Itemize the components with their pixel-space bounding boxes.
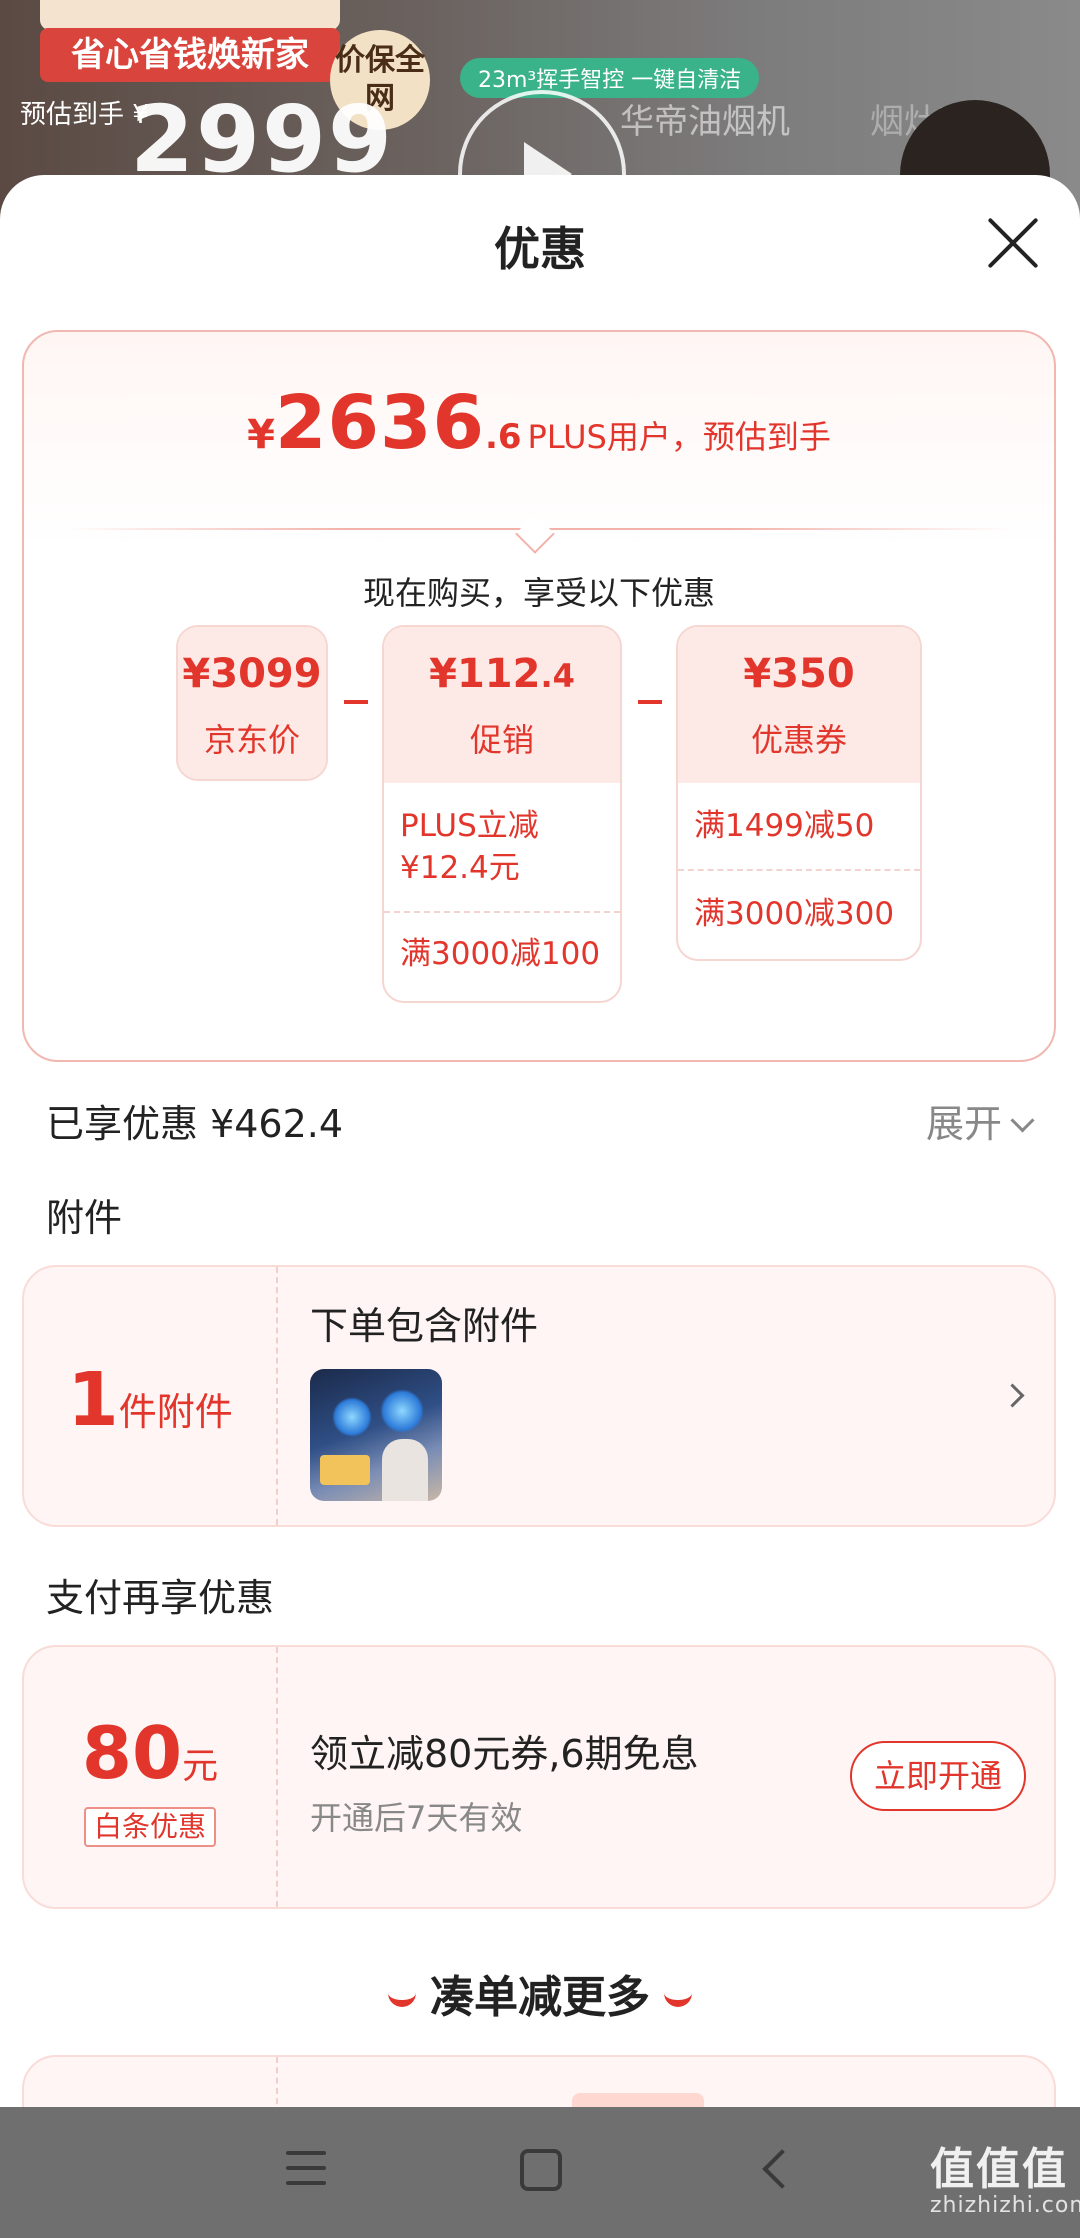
chip-separator	[384, 911, 620, 913]
estimated-price-integer: 2636	[275, 380, 485, 466]
chevron-right-icon[interactable]	[1000, 1383, 1025, 1408]
jd-price-chip: ¥3099 京东价	[176, 625, 328, 781]
thumb-flame	[380, 1389, 424, 1433]
card-divider	[276, 1267, 278, 1525]
promotion-chip: ¥112.4 促销 PLUS立减 ¥12.4元 满3000减100	[382, 625, 622, 1003]
chevron-down-icon	[1010, 1108, 1035, 1133]
back-icon[interactable]	[762, 2149, 802, 2189]
coupon-row: 满3000减300	[694, 896, 895, 932]
menu-line	[286, 2166, 326, 2170]
divider-notch	[515, 514, 555, 554]
menu-line	[286, 2181, 326, 2185]
feature-tag: 23m³挥手智控 一键自清洁	[460, 58, 760, 98]
expand-button[interactable]: 展开	[926, 1093, 1035, 1148]
system-nav-bar: 值值值 zhizhizhi.com	[0, 2107, 1080, 2238]
estimated-price-note: PLUS用户，预估到手	[527, 418, 831, 456]
accessories-card[interactable]: 1件附件 下单包含附件	[22, 1265, 1056, 1527]
payment-amount: 80元	[24, 1711, 276, 1795]
promotion-row: ¥12.4元	[400, 850, 520, 886]
expand-label: 展开	[926, 1102, 1003, 1146]
menu-line	[286, 2151, 326, 2155]
accessory-count-number: 1	[67, 1357, 119, 1443]
promotion-amount-int: ¥112	[429, 651, 541, 697]
accessory-thumbnail[interactable]	[310, 1369, 442, 1501]
estimated-price-currency: ¥	[247, 412, 275, 458]
jd-price-amount: ¥3099	[182, 651, 322, 697]
minus-sign	[638, 700, 662, 704]
close-icon[interactable]	[984, 215, 1040, 271]
breakdown-heading: 现在购买，享受以下优惠	[362, 574, 715, 612]
coupon-label: 优惠券	[750, 721, 847, 759]
accessories-title: 下单包含附件	[310, 1304, 539, 1348]
coupon-chip: ¥350 优惠券 满1499减50 满3000减300	[676, 625, 922, 961]
promotion-amount-dec: .4	[540, 657, 575, 695]
watermark-site: zhizhizhi.com	[930, 2193, 1080, 2218]
promotion-label: 促销	[469, 721, 534, 759]
promotion-row: PLUS立减	[400, 808, 539, 844]
discount-sheet: 优惠 ¥2636.6 PLUS用户，预估到手 现在购买，享受以下优惠 ¥3099 …	[0, 175, 1080, 2107]
estimated-price-decimal: .6	[484, 417, 522, 457]
payment-offer-title: 领立减80元券,6期免息	[310, 1732, 699, 1776]
banner-title: 省心省钱焕新家	[40, 28, 340, 82]
baitiao-badge: 白条优惠	[84, 1807, 217, 1847]
thumb-tag	[320, 1455, 370, 1485]
price-breakdown-card: ¥2636.6 PLUS用户，预估到手 现在购买，享受以下优惠 ¥3099 京东价…	[22, 330, 1056, 1062]
chip-separator	[678, 869, 920, 871]
more-deals-title: 凑单减更多	[430, 1972, 650, 2023]
accessory-count: 1件附件	[24, 1357, 276, 1443]
nav-tab-hood[interactable]: 华帝油烟机	[620, 94, 790, 143]
card-divider	[276, 1647, 278, 1907]
banner-top-strip	[40, 0, 340, 30]
payment-amount-number: 80	[81, 1711, 183, 1795]
smile-icon	[664, 1986, 692, 2007]
jd-price-label: 京东价	[203, 721, 300, 759]
coupon-amount: ¥350	[743, 651, 855, 697]
thumb-flame	[332, 1397, 372, 1437]
payment-offer-subtitle: 开通后7天有效	[310, 1799, 523, 1837]
bundle-tag	[572, 2093, 704, 2107]
coupon-row: 满1499减50	[694, 808, 875, 844]
card-divider	[276, 2057, 278, 2107]
more-deals-heading: 凑单减更多	[0, 1961, 1080, 2025]
payment-amount-unit: 元	[182, 1746, 219, 1787]
payment-offer-card: 80元 白条优惠 领立减80元券,6期免息 开通后7天有效 立即开通	[22, 1645, 1056, 1909]
watermark-logo: 值值值	[930, 2144, 1068, 2195]
sheet-title: 优惠	[494, 222, 586, 276]
estimated-price: ¥2636.6 PLUS用户，预估到手	[24, 380, 1054, 466]
bundle-card[interactable]	[22, 2055, 1056, 2107]
payment-section-title: 支付再享优惠	[46, 1576, 275, 1620]
promotion-amount: ¥112.4	[384, 651, 620, 697]
promotion-row: 满3000减100	[400, 936, 601, 972]
thumb-person	[382, 1439, 428, 1501]
smile-icon	[388, 1986, 416, 2007]
minus-sign	[344, 700, 368, 704]
home-icon[interactable]	[520, 2149, 562, 2191]
activate-button[interactable]: 立即开通	[850, 1741, 1026, 1811]
accessories-section-title: 附件	[46, 1196, 123, 1240]
menu-icon[interactable]	[286, 2151, 326, 2185]
enjoyed-discount: 已享优惠 ¥462.4	[46, 1102, 344, 1146]
accessory-count-unit: 件附件	[118, 1390, 233, 1434]
